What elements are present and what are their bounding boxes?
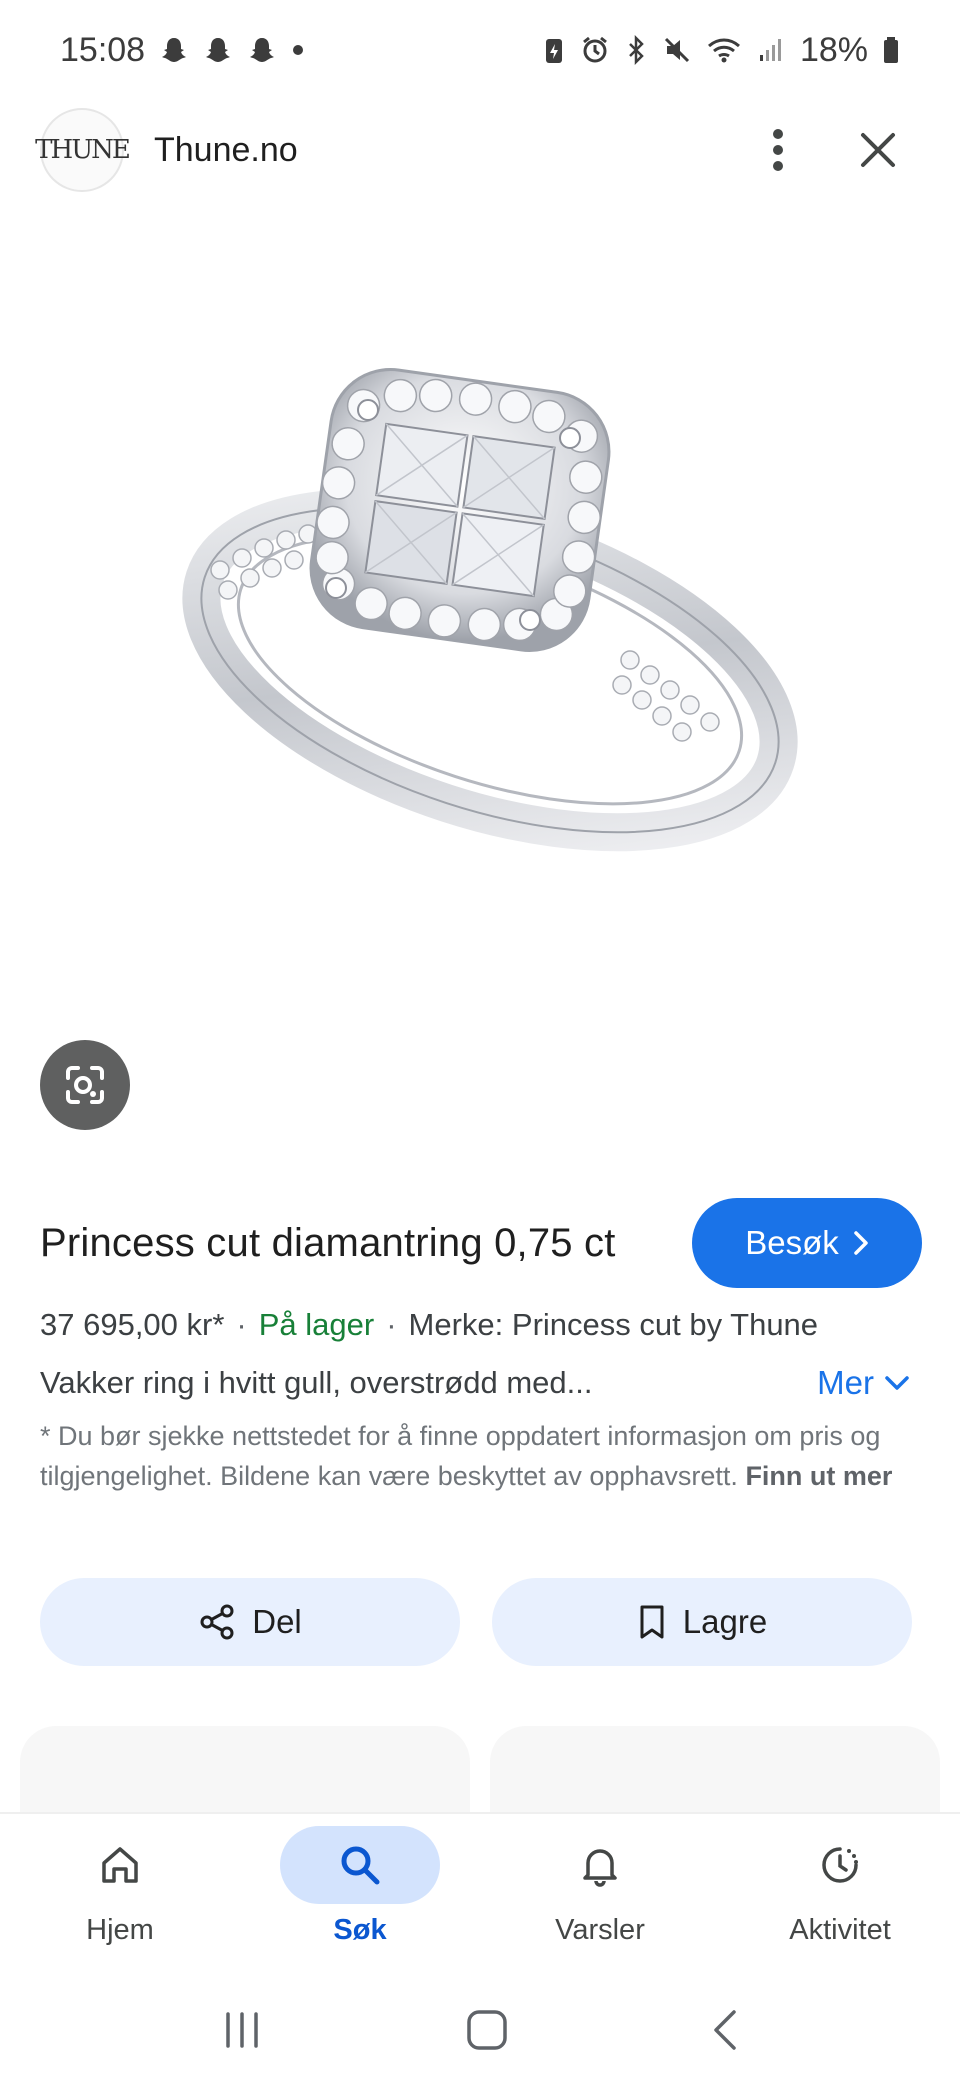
nav-icon-wrap [280,1826,440,1904]
diamond-ring-illustration [182,368,798,852]
disclaimer: * Du bør sjekke nettstedet for å finne o… [40,1416,910,1496]
separator: · [386,1307,397,1342]
snapchat-icon [250,38,275,62]
nav-label: Varsler [555,1914,645,1946]
brand: Merke: Princess cut by Thune [408,1307,819,1342]
nav-search[interactable]: Søk [260,1826,460,1947]
product-title-row: Princess cut diamantring 0,75 ct Besøk [40,1198,922,1288]
status-right: 18% [542,31,900,70]
snapchat-icon [162,38,187,62]
bell-icon [583,1849,617,1887]
page: 15:08 18% THUNE Thune.no Princess cut di… [0,0,960,2080]
home-icon [102,1847,138,1883]
chevron-down-icon [885,1376,909,1390]
activity-icon [822,1847,858,1883]
site-name[interactable]: Thune.no [154,131,298,170]
visit-label: Besøk [745,1224,839,1261]
recent-apps-icon[interactable] [220,2010,264,2050]
back-icon[interactable] [710,2008,740,2052]
bottom-nav: Hjem Søk Varsler Aktivitet [0,1812,960,1980]
more-label: Mer [817,1364,874,1401]
save-label: Lagre [682,1603,768,1640]
header-actions [768,128,920,172]
nav-icon-wrap [760,1826,920,1904]
price: 37 695,00 kr* [40,1307,225,1342]
wifi-icon [707,38,740,63]
share-button[interactable]: Del [40,1578,460,1666]
home-button-icon[interactable] [465,2008,509,2052]
nav-icon-wrap [520,1826,680,1904]
nav-activity[interactable]: Aktivitet [740,1826,940,1947]
bookmark-icon [640,1605,664,1639]
nav-home[interactable]: Hjem [20,1826,220,1947]
signal-icon [759,39,781,61]
stock-status: På lager [258,1307,375,1342]
separator: · [236,1307,247,1342]
battery-saver-icon [545,39,562,63]
status-left: 15:08 [60,31,305,70]
share-icon [200,1604,234,1640]
description-row: Vakker ring i hvitt gull, overstrødd med… [40,1358,910,1408]
learn-more-link[interactable]: Finn ut mer [745,1461,892,1491]
site-logo[interactable]: THUNE [35,108,131,192]
nav-label: Aktivitet [789,1914,891,1946]
nav-notifications[interactable]: Varsler [500,1826,700,1947]
battery-percent: 18% [799,30,868,69]
status-bar: 15:08 18% [0,0,960,100]
chevron-right-icon [854,1231,868,1255]
status-time: 15:08 [60,30,146,69]
battery-icon [884,37,898,63]
share-label: Del [252,1603,302,1640]
notification-dot-icon [293,45,304,55]
lens-icon [66,1066,104,1104]
lens-search-button[interactable] [40,1040,130,1130]
product-title: Princess cut diamantring 0,75 ct [40,1220,616,1265]
product-image[interactable] [0,210,960,1010]
nav-label: Hjem [86,1914,154,1946]
save-button[interactable]: Lagre [492,1578,912,1666]
description: Vakker ring i hvitt gull, overstrødd med… [40,1365,593,1400]
nav-icon-wrap [40,1826,200,1904]
system-nav [0,1980,960,2080]
search-icon [341,1846,380,1885]
mute-icon [664,37,689,63]
alarm-icon [583,36,607,63]
result-header: THUNE Thune.no [0,100,960,200]
bluetooth-icon [629,35,644,65]
visit-button[interactable]: Besøk [692,1198,922,1288]
close-icon[interactable] [858,130,898,170]
product-meta-row: 37 695,00 kr* · På lager · Merke: Prince… [40,1300,940,1350]
snapchat-icon [206,38,231,62]
more-vert-icon[interactable] [768,128,788,172]
nav-label: Søk [333,1914,387,1946]
more-button[interactable]: Mer [817,1364,910,1402]
